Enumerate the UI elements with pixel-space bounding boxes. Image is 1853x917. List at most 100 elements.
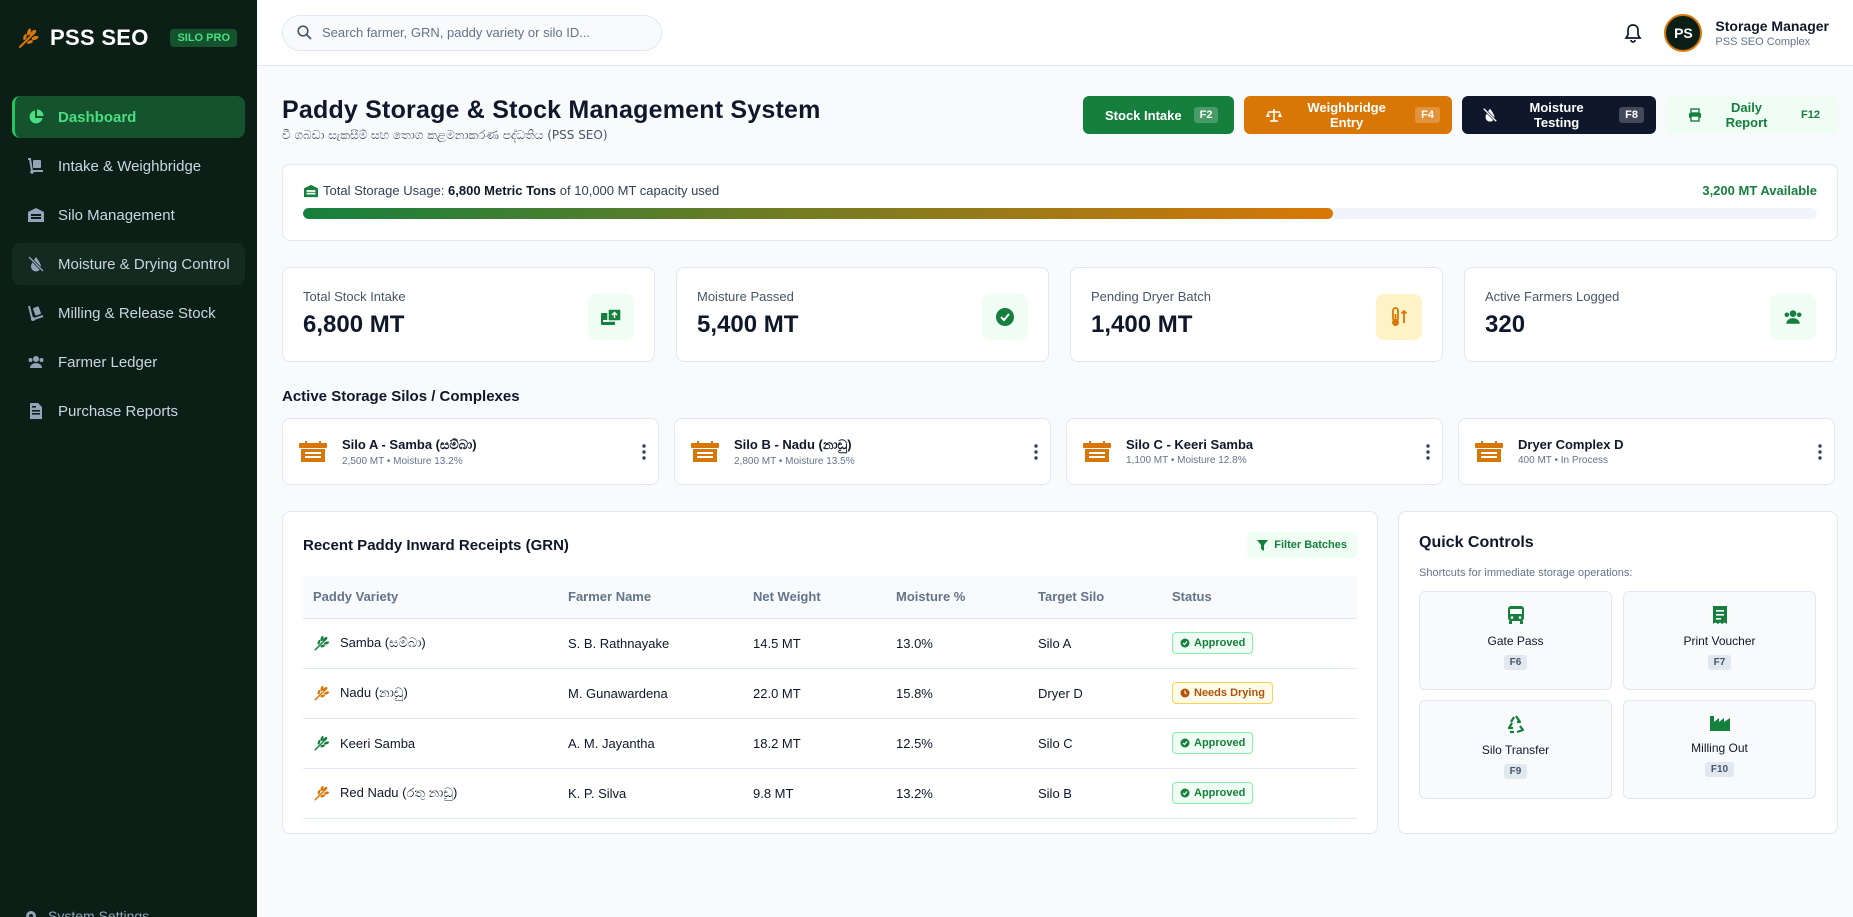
pie-chart-icon [26,107,46,127]
silo-meta: 400 MT • In Process [1518,455,1609,466]
shortcut-key: F12 [1801,109,1820,121]
sidebar: PSS SEO SILO PRO Dashboard Intake & Weig… [0,0,257,917]
quick-label: Silo Transfer [1481,743,1550,757]
sidebar-item-intake[interactable]: Intake & Weighbridge [12,145,245,187]
stat-value: 320 [1485,311,1526,338]
warehouse-silo-icon [297,440,329,464]
search-icon [297,25,312,40]
column-header[interactable]: Net Weight [743,576,886,619]
sidebar-nav: Dashboard Intake & Weighbridge Silo Mana… [0,96,257,432]
status-text: Approved [1194,737,1246,749]
milling-out-button[interactable]: Milling Out F10 [1623,700,1816,799]
column-header[interactable]: Farmer Name [558,576,743,619]
table-row[interactable]: Samba (සම්බා) S. B. Rathnayake 14.5 MT 1… [303,618,1357,669]
sidebar-item-label: Purchase Reports [58,402,179,420]
silos-section-title: Active Storage Silos / Complexes [282,388,520,405]
column-header[interactable]: Status [1162,576,1357,619]
shortcut-key: F2 [1193,107,1219,123]
silo-meta: 2,500 MT • Moisture 13.2% [342,455,463,467]
stats-row: Total Stock Intake 6,800 MT Moisture Pas… [282,267,1838,362]
target-silo: Silo C [1028,718,1162,769]
stat-card-total-intake: Total Stock Intake 6,800 MT [282,267,655,362]
scale-icon [1266,108,1290,122]
stock-intake-button[interactable]: Stock Intake F2 [1083,96,1234,134]
silo-card[interactable]: Silo B - Nadu (නාඩු) 2,800 MT • Moisture… [674,418,1051,485]
button-label: Weighbridge Entry [1307,100,1386,130]
status-text: Approved [1194,637,1246,649]
gate-pass-button[interactable]: Gate Pass F6 [1419,591,1612,690]
column-header[interactable]: Target Silo [1028,576,1162,619]
silo-card[interactable]: Dryer Complex D 400 MT • In Process [1458,418,1835,485]
stat-label: Moisture Passed [697,289,794,304]
silo-name: Silo A - Samba (සම්බා) [342,436,477,452]
net-weight: 9.8 MT [743,768,886,819]
table-row[interactable]: Nadu (නාඩු) M. Gunawardena 22.0 MT 15.8%… [303,668,1357,719]
sidebar-item-moisture[interactable]: Moisture & Drying Control [12,243,245,285]
brand[interactable]: PSS SEO SILO PRO [0,0,257,76]
silo-transfer-button[interactable]: Silo Transfer F9 [1419,700,1612,799]
sidebar-item-farmer-ledger[interactable]: Farmer Ledger [12,341,245,383]
stat-value: 6,800 MT [303,311,405,338]
quick-title: Quick Controls [1419,534,1534,551]
print-voucher-button[interactable]: Print Voucher F7 [1623,591,1816,690]
moisture-testing-button[interactable]: Moisture Testing F8 [1462,96,1656,134]
target-silo: Silo B [1028,768,1162,819]
moisture-value: 12.5% [886,718,1028,769]
print-icon [1688,108,1710,122]
status-badge: Approved [1172,632,1254,654]
stat-label: Pending Dryer Batch [1091,289,1211,304]
warehouse-silo-icon [689,440,721,464]
silo-name: Silo C - Keeri Samba [1126,437,1254,452]
usage-available: 3,200 MT Available [1702,183,1817,198]
dolly-icon [26,156,46,176]
sidebar-item-silo-management[interactable]: Silo Management [12,194,245,236]
weighbridge-entry-button[interactable]: Weighbridge Entry F4 [1244,96,1452,134]
more-vertical-icon[interactable] [1818,443,1822,460]
page-subtitle: වී ගබඩා සැකසීම් සහ තොග කළමනාකරණ පද්ධතිය … [282,128,608,142]
sidebar-item-milling[interactable]: Milling & Release Stock [12,292,245,334]
check-circle-icon [982,294,1028,340]
table-row[interactable]: Keeri Samba A. M. Jayantha 18.2 MT 12.5%… [303,718,1357,769]
users-icon [1770,294,1816,340]
column-header[interactable]: Moisture % [886,576,1028,619]
more-vertical-icon[interactable] [1426,443,1430,460]
shortcut-key: F10 [1704,762,1735,777]
usage-progress-bar [303,208,1817,219]
daily-report-button[interactable]: Daily Report F12 [1666,96,1838,134]
silo-card[interactable]: Silo A - Samba (සම්බා) 2,500 MT • Moistu… [282,418,659,485]
stat-value: 1,400 MT [1091,311,1193,338]
sidebar-item-system-settings[interactable]: System Settings [24,908,149,917]
usage-row: Total Storage Usage: 6,800 Metric Tons o… [303,183,1817,198]
avatar[interactable]: PS [1664,13,1703,52]
table-row[interactable]: Red Nadu (රතු නාඩු) K. P. Silva 9.8 MT 1… [303,768,1357,819]
sidebar-item-dashboard[interactable]: Dashboard [12,96,245,138]
silo-card[interactable]: Silo C - Keeri Samba 1,100 MT • Moisture… [1066,418,1443,485]
bell-icon[interactable] [1624,23,1642,43]
quick-label: Print Voucher [1683,634,1756,648]
column-header[interactable]: Paddy Variety [303,576,558,619]
more-vertical-icon[interactable] [1034,443,1038,460]
moisture-value: 15.8% [886,668,1028,719]
page-title: Paddy Storage & Stock Management System [282,96,821,124]
usage-suffix: of 10,000 MT capacity used [559,183,720,198]
file-invoice-icon [26,401,46,421]
search-input[interactable] [322,25,642,40]
wheat-icon [313,734,340,752]
more-vertical-icon[interactable] [642,443,646,460]
sidebar-item-purchase-reports[interactable]: Purchase Reports [12,390,245,432]
filter-batches-button[interactable]: Filter Batches [1247,532,1357,558]
variety-name: Samba (සම්බා) [340,635,426,650]
sidebar-item-label: Milling & Release Stock [58,304,216,322]
recycle-icon [1506,714,1526,734]
stat-card-active-farmers: Active Farmers Logged 320 [1464,267,1837,362]
wheat-icon [313,684,340,702]
stat-label: Active Farmers Logged [1485,289,1620,304]
brand-name: PSS SEO [50,25,149,50]
industry-icon [1709,714,1731,732]
user-name: Storage Manager [1715,17,1829,34]
receipts-title: Recent Paddy Inward Receipts (GRN) [303,536,569,554]
farmer-name: A. M. Jayantha [558,718,743,769]
shortcut-key: F9 [1503,764,1528,779]
droplet-slash-icon [1482,107,1506,123]
topbar: PS Storage Manager PSS SEO Complex [257,0,1853,66]
